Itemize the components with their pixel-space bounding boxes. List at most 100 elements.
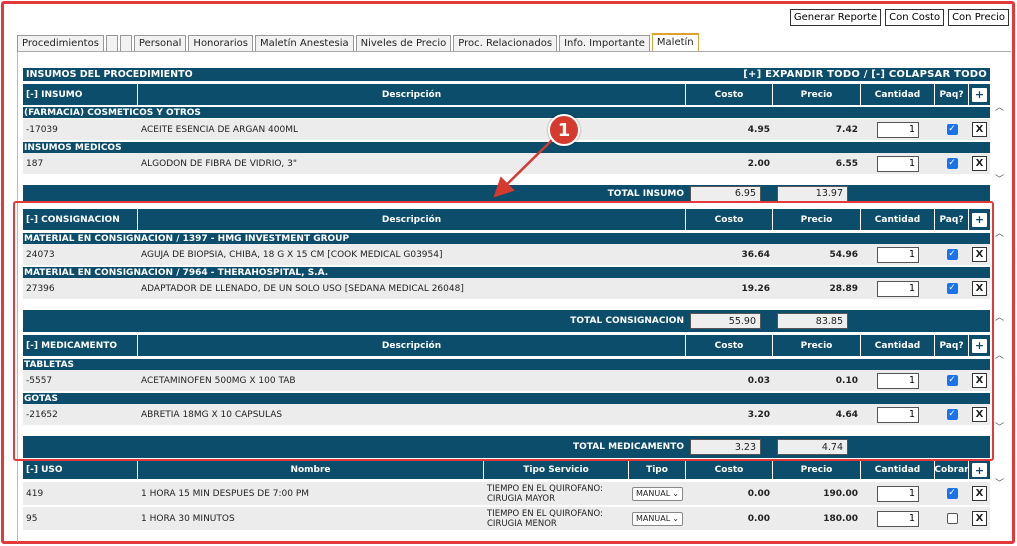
tab-proc-relacionados[interactable]: Proc. Relacionados xyxy=(453,35,558,51)
paq-checkbox[interactable]: ✓ xyxy=(946,124,958,135)
qty-cell xyxy=(861,507,935,530)
quantity-input[interactable] xyxy=(877,485,919,502)
col-paq: Paq? xyxy=(935,84,969,105)
add-uso-cell: + xyxy=(969,461,990,479)
col-tipo-servicio: Tipo Servicio xyxy=(484,461,629,479)
total-label: TOTAL INSUMO xyxy=(607,188,684,199)
highlight-box xyxy=(13,201,994,461)
table-row: -17039 ACEITE ESENCIA DE ARGAN 400ML 4.9… xyxy=(23,119,990,141)
item-code: 95 xyxy=(26,513,38,524)
item-description: ALGODON DE FIBRA DE VIDRIO, 3" xyxy=(141,158,298,169)
tab-maletin[interactable]: Maletín xyxy=(651,33,699,51)
item-costo: 0.00 xyxy=(747,513,770,524)
item-nombre: 1 HORA 30 MINUTOS xyxy=(141,513,235,524)
section-title: INSUMOS DEL PROCEDIMIENTO xyxy=(26,69,193,80)
con-precio-button[interactable]: Con Precio xyxy=(948,9,1009,26)
tab-personal[interactable]: Personal xyxy=(133,35,187,51)
group-row: INSUMOS MEDICOS xyxy=(23,142,990,153)
col-precio: Precio xyxy=(773,461,861,479)
annotation-badge: 1 xyxy=(548,114,580,146)
quantity-input[interactable] xyxy=(877,510,919,527)
scroll-down-icon[interactable]: ﹀ xyxy=(995,424,1004,433)
tipo-cell: MANUAL ⌄ xyxy=(629,507,686,530)
generar-reporte-button[interactable]: Generar Reporte xyxy=(789,9,882,26)
quantity-input[interactable] xyxy=(877,155,919,172)
item-costo: 4.95 xyxy=(747,124,770,135)
remove-item-button[interactable]: X xyxy=(972,511,987,526)
item-precio: 7.42 xyxy=(835,124,858,135)
add-insumo-button[interactable]: + xyxy=(972,87,987,102)
section-title-bar: INSUMOS DEL PROCEDIMIENTO [+] EXPANDIR T… xyxy=(23,68,990,81)
scroll-up-icon[interactable]: ︿ xyxy=(995,104,1004,113)
group-name: (FARMACIA) COSMETICOS Y OTROS xyxy=(24,107,201,118)
remove-item-button[interactable]: X xyxy=(972,156,987,171)
table-row: 419 1 HORA 15 MIN DESPUES DE 7:00 PM TIE… xyxy=(23,482,990,506)
report-toolbar: Generar Reporte Con Costo Con Precio xyxy=(789,9,1009,26)
total-costo: 6.95 xyxy=(690,185,761,202)
uso-toggle[interactable]: [-] USO xyxy=(23,461,138,479)
tipo-select-value: MANUAL xyxy=(636,489,671,498)
scroll-up-icon[interactable]: ︿ xyxy=(995,230,1004,239)
tipo-cell: MANUAL ⌄ xyxy=(629,482,686,505)
quantity-input[interactable] xyxy=(877,121,919,138)
item-precio: 6.55 xyxy=(835,158,858,169)
uso-header: [-] USO Nombre Tipo Servicio Tipo Costo … xyxy=(23,461,990,479)
table-row: 95 1 HORA 30 MINUTOS TIEMPO EN EL QUIROF… xyxy=(23,507,990,531)
remove-item-button[interactable]: X xyxy=(972,122,987,137)
paq-cell: ✓ xyxy=(935,153,969,174)
tab-niveles-de-precio[interactable]: Niveles de Precio xyxy=(355,35,452,51)
paq-cell: ✓ xyxy=(935,119,969,140)
qty-cell xyxy=(861,482,935,505)
insumo-toggle[interactable]: [-] INSUMO xyxy=(23,84,138,105)
tab-blank-1[interactable] xyxy=(105,35,118,51)
tipo-select[interactable]: MANUAL ⌄ xyxy=(632,511,683,526)
total-costo-cell: 6.95 xyxy=(687,185,774,202)
col-cantidad: Cantidad xyxy=(861,461,935,479)
expand-collapse-link[interactable]: [+] EXPANDIR TODO / [-] COLAPSAR TODO xyxy=(743,69,987,80)
tipo-select-value: MANUAL xyxy=(636,514,671,523)
cobrar-cell xyxy=(935,507,969,530)
remove-cell: X xyxy=(969,482,990,505)
qty-cell xyxy=(861,119,935,140)
add-insumo-cell: + xyxy=(969,84,990,105)
col-descripcion: Descripción xyxy=(138,84,686,105)
item-tipo-servicio: TIEMPO EN EL QUIROFANO: CIRUGIA MENOR xyxy=(487,508,603,529)
scroll-up-icon[interactable]: ︿ xyxy=(995,314,1004,323)
chevron-down-icon: ⌄ xyxy=(672,489,679,498)
col-tipo: Tipo xyxy=(629,461,686,479)
con-costo-button[interactable]: Con Costo xyxy=(885,9,945,26)
tab-maletin-anestesia[interactable]: Maletín Anestesia xyxy=(254,35,354,51)
scroll-down-icon[interactable]: ﹀ xyxy=(995,480,1004,489)
remove-cell: X xyxy=(969,119,990,140)
tab-info-importante[interactable]: Info. Importante xyxy=(559,35,650,51)
item-description: ACEITE ESENCIA DE ARGAN 400ML xyxy=(141,124,299,135)
item-costo: 0.00 xyxy=(747,488,770,499)
item-precio: 180.00 xyxy=(823,513,858,524)
group-name: INSUMOS MEDICOS xyxy=(24,142,122,153)
tab-procedimientos[interactable]: Procedimientos xyxy=(17,35,104,51)
remove-cell: X xyxy=(969,507,990,530)
remove-cell: X xyxy=(969,153,990,174)
item-code: -17039 xyxy=(26,124,58,135)
cobrar-checkbox[interactable] xyxy=(946,513,958,524)
tab-blank-2[interactable] xyxy=(119,35,132,51)
remove-item-button[interactable]: X xyxy=(972,486,987,501)
item-code: 419 xyxy=(26,488,44,499)
total-precio-cell: 13.97 xyxy=(774,185,862,202)
scroll-down-icon[interactable]: ﹀ xyxy=(995,176,1004,185)
total-insumo-row: TOTAL INSUMO 6.95 13.97 xyxy=(23,185,990,202)
tab-honorarios[interactable]: Honorarios xyxy=(188,35,253,51)
col-cobrar: Cobrar xyxy=(935,461,969,479)
group-row: (FARMACIA) COSMETICOS Y OTROS xyxy=(23,107,990,118)
item-nombre: 1 HORA 15 MIN DESPUES DE 7:00 PM xyxy=(141,488,310,499)
add-uso-button[interactable]: + xyxy=(972,463,987,477)
table-row: 187 ALGODON DE FIBRA DE VIDRIO, 3" 2.00 … xyxy=(23,153,990,175)
col-nombre: Nombre xyxy=(138,461,484,479)
scroll-up-icon[interactable]: ︿ xyxy=(995,352,1004,361)
col-cantidad: Cantidad xyxy=(861,84,935,105)
paq-checkbox[interactable]: ✓ xyxy=(946,158,958,169)
col-costo: Costo xyxy=(686,84,773,105)
insumo-header: [-] INSUMO Descripción Costo Precio Cant… xyxy=(23,84,990,105)
tipo-select[interactable]: MANUAL ⌄ xyxy=(632,486,683,501)
cobrar-checkbox[interactable]: ✓ xyxy=(946,488,958,499)
